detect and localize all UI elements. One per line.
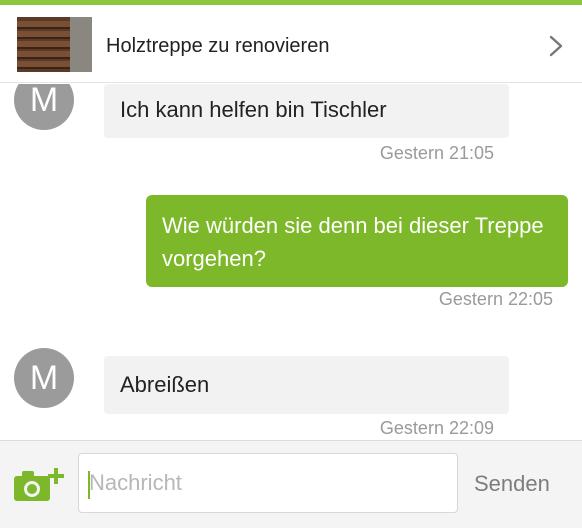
text-cursor	[88, 471, 90, 499]
thumbnail-step	[17, 21, 70, 29]
staircase-thumbnail[interactable]	[17, 17, 92, 72]
thumbnail-wall	[70, 17, 92, 72]
message-timestamp: Gestern 21:05	[379, 143, 494, 163]
message-timestamp: Gestern 22:05	[438, 289, 553, 309]
chevron-right-icon[interactable]	[545, 35, 567, 57]
outgoing-message-bubble: Wie würden sie denn bei dieser Treppe vo…	[146, 195, 568, 287]
message-timestamp: Gestern 22:09	[379, 418, 494, 438]
thumbnail-step	[17, 61, 70, 69]
message-input[interactable]	[78, 453, 458, 513]
incoming-message-bubble: Ich kann helfen bin Tischler	[104, 84, 509, 138]
thumbnail-step	[17, 31, 70, 39]
avatar: M	[14, 348, 74, 408]
message-text: Ich kann helfen bin Tischler	[120, 97, 387, 122]
message-list[interactable]: M Ich kann helfen bin Tischler Gestern 2…	[0, 84, 582, 439]
message-composer: Senden	[0, 440, 582, 528]
conversation-header[interactable]: Holztreppe zu renovieren	[0, 5, 582, 83]
thumbnail-step	[17, 51, 70, 59]
send-button[interactable]: Senden	[474, 471, 550, 497]
message-text: Wie würden sie denn bei dieser Treppe vo…	[162, 213, 544, 271]
message-text: Abreißen	[120, 372, 210, 397]
avatar: M	[14, 84, 74, 130]
incoming-message-bubble: Abreißen	[104, 356, 509, 414]
add-photo-camera-icon[interactable]	[12, 465, 66, 505]
listing-title[interactable]: Holztreppe zu renovieren	[106, 35, 329, 58]
thumbnail-step	[17, 41, 70, 49]
